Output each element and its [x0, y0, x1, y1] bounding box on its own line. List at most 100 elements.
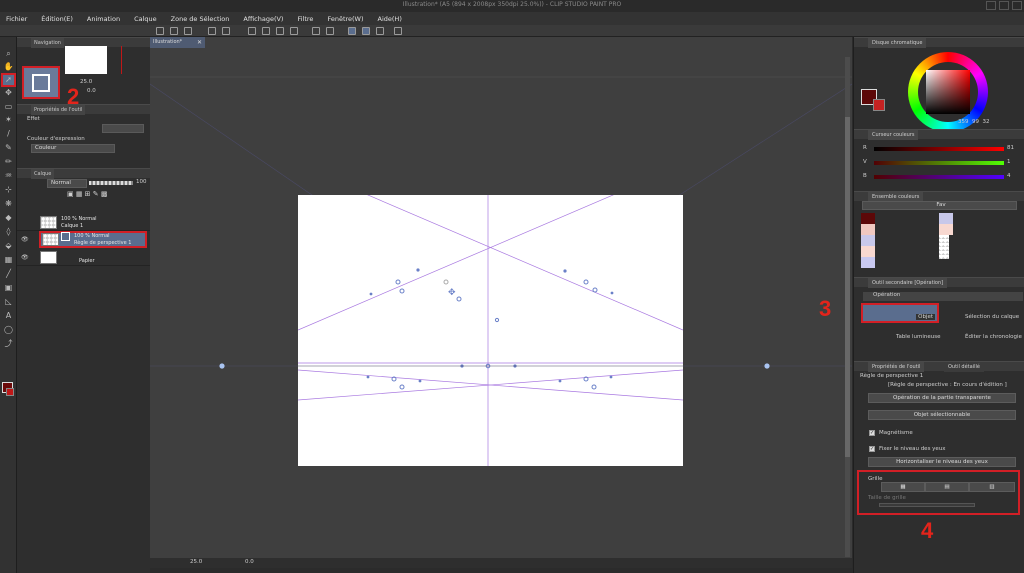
snap-grid-icon[interactable] — [376, 27, 384, 35]
move-layer-tool-icon[interactable]: ✥ — [3, 88, 14, 98]
airbrush-tool-icon[interactable]: ⊹ — [3, 185, 14, 195]
tab-sub-tool-detail[interactable]: Outil détaillé — [944, 362, 984, 372]
blend-mode-select[interactable]: Normal — [47, 179, 87, 188]
layer-opacity-value[interactable]: 100 — [136, 179, 147, 185]
operation-tool-icon[interactable]: ➚ — [1, 73, 16, 87]
layer-toolbar-icons[interactable]: ▣ ▦ ⊞ ✎ ▩ — [67, 190, 107, 198]
clip-studio-icon[interactable] — [394, 27, 402, 35]
layer-row-calque1[interactable]: 100 % Normal Calque 1 — [17, 214, 150, 231]
layer-row-paper[interactable]: 👁 Papier — [17, 249, 150, 266]
horizontalize-eye-level-button[interactable]: Horizontaliser le niveau des yeux — [868, 457, 1016, 467]
grid-xz-button[interactable]: ▥ — [969, 482, 1015, 492]
figure-tool-icon[interactable]: ╱ — [3, 269, 14, 279]
minimize-button[interactable] — [986, 1, 996, 10]
pencil-tool-icon[interactable]: ✏ — [3, 157, 14, 167]
menu-layer[interactable]: Calque — [134, 15, 157, 23]
canvas-area[interactable]: Illustration* ✕ ✥ — [150, 37, 852, 560]
grid-yz-button[interactable]: ▤ — [925, 482, 969, 492]
drawing-canvas[interactable]: ✥ — [297, 164, 684, 466]
subtool-light-table[interactable]: Table lumineuse — [896, 334, 940, 340]
transparent-operation-select[interactable]: Opération de la partie transparente — [868, 393, 1016, 403]
magnetism-checkbox[interactable]: ✓ — [869, 430, 875, 436]
tab-color-slider[interactable]: Curseur couleurs — [868, 130, 919, 140]
subtool-layer-selection[interactable]: Sélection du calque — [965, 314, 1019, 320]
menu-selection[interactable]: Zone de Sélection — [171, 15, 230, 23]
clear-icon[interactable] — [276, 27, 284, 35]
fix-eye-level-checkbox[interactable]: ✓ — [869, 446, 875, 452]
save-icon[interactable] — [184, 27, 192, 35]
blue-slider[interactable] — [874, 175, 1004, 179]
menu-file[interactable]: Fichier — [6, 15, 27, 23]
menu-animation[interactable]: Animation — [87, 15, 120, 23]
menu-view[interactable]: Affichage(V) — [243, 15, 283, 23]
correct-line-tool-icon[interactable]: ⤴ — [3, 339, 14, 349]
fill-icon[interactable] — [290, 27, 298, 35]
snap-ruler-icon[interactable] — [348, 27, 356, 35]
status-zoom-value[interactable]: 25.0 — [190, 559, 202, 565]
transform-icon[interactable] — [312, 27, 320, 35]
tab-layer[interactable]: Calque — [31, 169, 55, 179]
undo-icon[interactable] — [208, 27, 216, 35]
grid-size-slider[interactable] — [879, 503, 975, 507]
color-swatch[interactable] — [861, 224, 875, 235]
text-tool-icon[interactable]: A — [3, 311, 14, 321]
auto-select-tool-icon[interactable]: ✶ — [3, 115, 14, 125]
red-slider[interactable] — [874, 147, 1004, 151]
gradient-tool-icon[interactable]: ▦ — [3, 255, 14, 265]
menu-filter[interactable]: Filtre — [297, 15, 313, 23]
layer-row-perspective-ruler[interactable]: 100 % Normal Règle de perspective 1 — [39, 231, 147, 248]
subtool-edit-timeline[interactable]: Éditer la chronologie — [965, 334, 1022, 340]
selection-tool-icon[interactable]: ▭ — [3, 102, 14, 112]
color-swatch[interactable] — [861, 235, 875, 246]
color-swatch[interactable] — [939, 224, 953, 235]
zoom-tool-icon[interactable]: ⌕ — [3, 49, 14, 59]
color-swatch[interactable] — [861, 257, 875, 268]
color-expression-select[interactable]: Couleur — [31, 144, 115, 153]
subtool-object[interactable]: Objet — [861, 303, 939, 323]
ruler-tool-icon[interactable]: ◺ — [3, 297, 14, 307]
decoration-tool-icon[interactable]: ❋ — [3, 199, 14, 209]
close-button[interactable] — [1012, 1, 1022, 10]
fill-tool-icon[interactable]: ⬙ — [3, 241, 14, 251]
green-value[interactable]: 1 — [1007, 159, 1011, 165]
navigator-zoom-value[interactable]: 25.0 — [80, 79, 92, 85]
visibility-eye-icon[interactable]: 👁 — [21, 236, 29, 243]
pen-tool-icon[interactable]: ✎ — [3, 143, 14, 153]
deselect-icon[interactable] — [248, 27, 256, 35]
perspective-ruler[interactable]: ✥ — [297, 164, 684, 466]
layer-opacity-slider[interactable] — [89, 181, 133, 185]
balloon-tool-icon[interactable]: ◯ — [3, 325, 14, 335]
color-swatch[interactable] — [861, 246, 875, 257]
navigator-rotation-value[interactable]: 0.0 — [87, 88, 96, 94]
redo-icon[interactable] — [222, 27, 230, 35]
sub-color-swatch[interactable] — [873, 99, 885, 111]
scale-icon[interactable] — [326, 27, 334, 35]
open-icon[interactable] — [170, 27, 178, 35]
brush-tool-icon[interactable]: ♒ — [3, 171, 14, 181]
new-icon[interactable] — [156, 27, 164, 35]
eyedropper-tool-icon[interactable]: / — [3, 129, 14, 139]
green-slider[interactable] — [874, 161, 1004, 165]
blue-value[interactable]: 4 — [1007, 173, 1011, 179]
grid-xy-button[interactable]: ▦ — [881, 482, 925, 492]
color-swatch[interactable] — [939, 213, 953, 224]
saturation-value-square[interactable] — [926, 70, 970, 114]
snap-special-ruler-icon[interactable] — [362, 27, 370, 35]
effect-selector[interactable] — [102, 124, 144, 133]
menu-edit[interactable]: Édition(E) — [41, 15, 73, 23]
tab-navigator[interactable]: Navigation — [31, 38, 64, 48]
visibility-eye-icon[interactable]: 👁 — [21, 254, 29, 261]
status-angle-value[interactable]: 0.0 — [245, 559, 254, 565]
menu-window[interactable]: Fenêtre(W) — [327, 15, 363, 23]
transparent-swatch[interactable] — [939, 235, 949, 259]
color-set-select[interactable]: Fav — [862, 201, 1017, 210]
tab-tool-property[interactable]: Propriétés de l'outil — [31, 105, 86, 115]
sub-color-swatch[interactable] — [6, 388, 14, 396]
selectable-object-select[interactable]: Objet sélectionnable — [868, 410, 1016, 420]
hand-tool-icon[interactable]: ✋ — [3, 62, 14, 72]
color-swatch[interactable] — [861, 213, 875, 224]
tab-color-wheel[interactable]: Disque chromatique — [868, 38, 927, 48]
maximize-button[interactable] — [999, 1, 1009, 10]
eraser-tool-icon[interactable]: ◆ — [3, 213, 14, 223]
frame-tool-icon[interactable]: ▣ — [3, 283, 14, 293]
